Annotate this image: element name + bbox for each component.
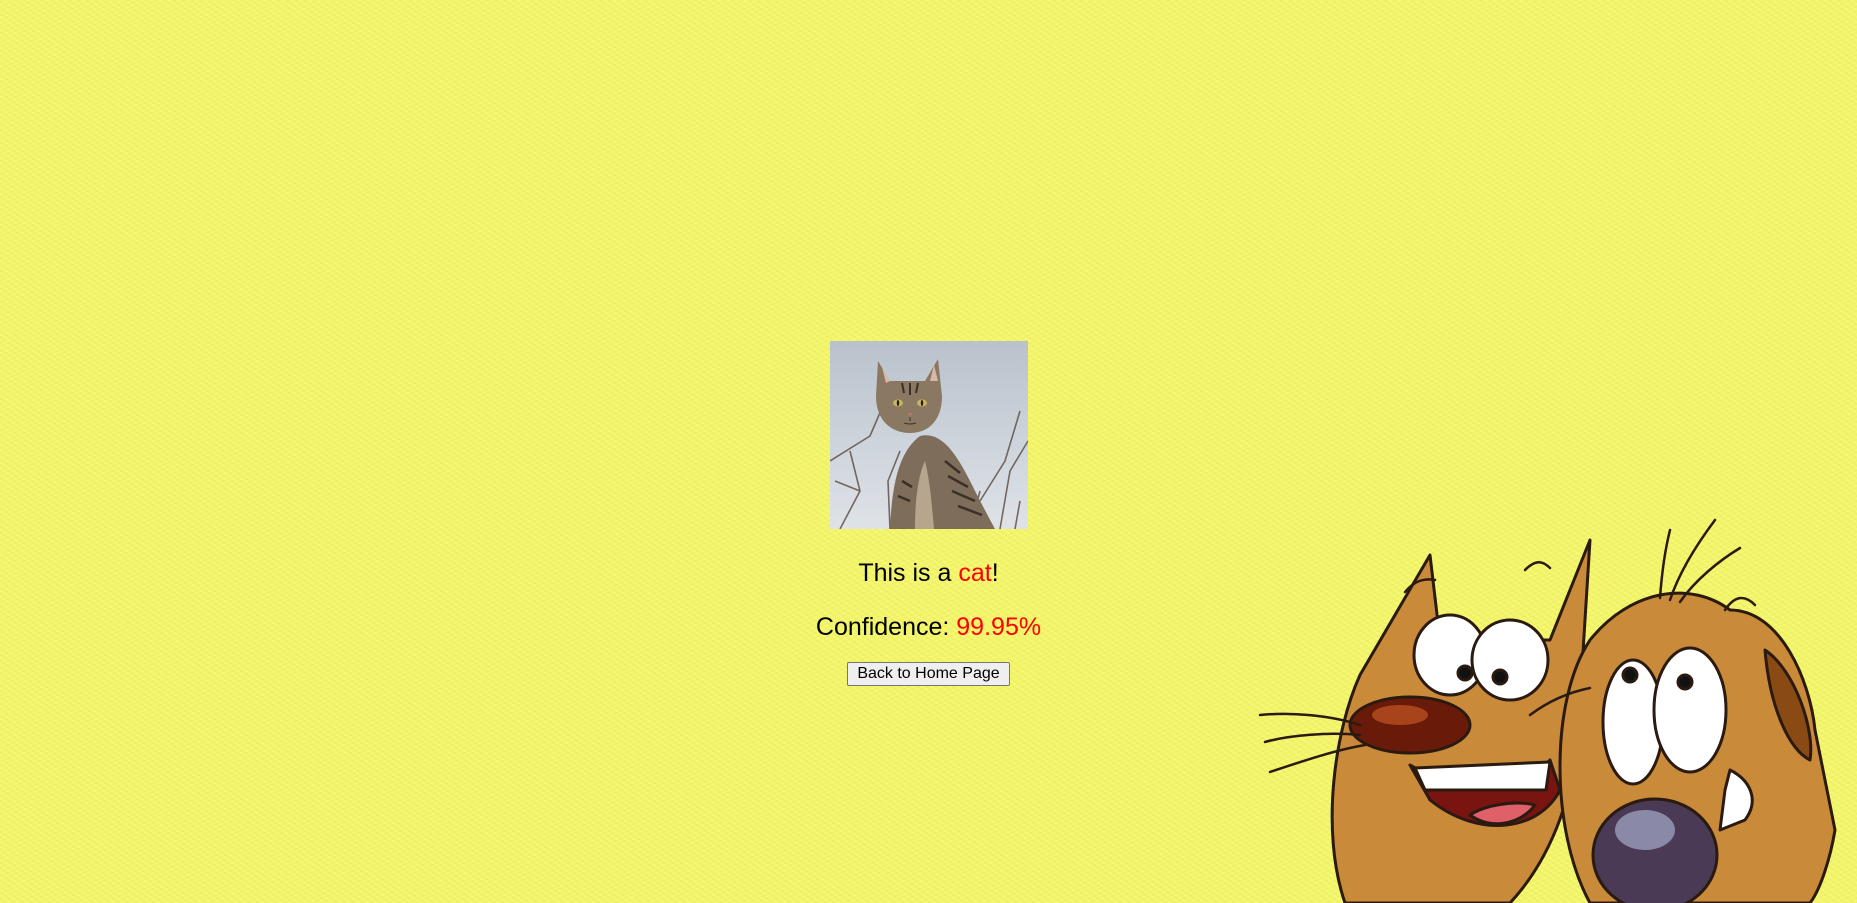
- confidence-prefix: Confidence:: [815, 613, 957, 641]
- prediction-prefix: This is a: [858, 559, 959, 587]
- back-to-home-button[interactable]: Back to Home Page: [847, 662, 1010, 686]
- uploaded-cat-photo: [829, 341, 1028, 529]
- prediction-suffix: !: [991, 559, 999, 587]
- prediction-label: cat: [958, 559, 992, 587]
- catdog-illustration: [1258, 518, 1837, 903]
- confidence-value: 99.95%: [956, 613, 1042, 641]
